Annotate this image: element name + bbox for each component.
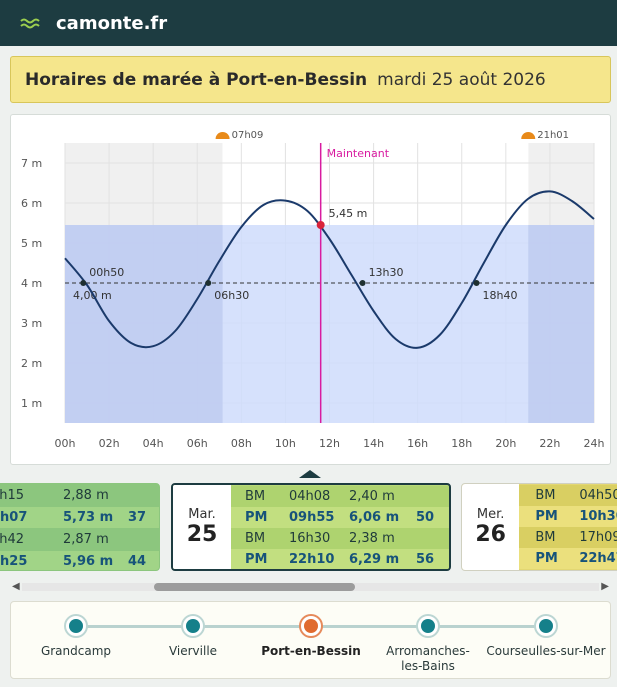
crossing-point — [205, 280, 212, 286]
day-card-selected[interactable]: Mar. 25 BM 04h08 2,40 m PM 09h55 6,06 m … — [171, 483, 451, 571]
y-tick-label: 4 m — [21, 277, 42, 290]
sunrise-icon — [215, 132, 230, 139]
x-tick-label: 16h — [407, 437, 428, 450]
crossing-label: 13h30 — [369, 266, 404, 279]
threshold-label: 4,00 m — [73, 289, 112, 302]
table-row: 3h15 2,88 m — [0, 485, 159, 506]
table-row: 5h42 2,87 m — [0, 529, 159, 550]
nearby-ports: Grandcamp Vierville Port-en-Bessin Arrom… — [10, 601, 611, 679]
x-tick-label: 02h — [99, 437, 120, 450]
x-tick-label: 04h — [143, 437, 164, 450]
x-tick-label: 22h — [539, 437, 560, 450]
crossing-label: 06h30 — [214, 289, 249, 302]
table-row: PM 09h55 6,06 m 50 — [231, 507, 449, 528]
crossing-label: 00h50 — [89, 266, 124, 279]
sunrise-label: 07h09 — [232, 130, 264, 141]
x-tick-label: 24h — [584, 437, 605, 450]
sunset-icon — [521, 132, 536, 139]
day-date-next: Mer. 26 — [462, 484, 520, 570]
horizontal-scrollbar[interactable]: ◀ ▶ — [10, 580, 611, 594]
y-tick-label: 3 m — [21, 317, 42, 330]
day-next-table: BM 04h50 PM 10h30 BM 17h09 PM 22h47 — [519, 484, 617, 570]
x-tick-label: 18h — [451, 437, 472, 450]
table-row: PM 22h47 — [519, 548, 617, 569]
page-title-box: Horaires de marée à Port-en-Bessin mardi… — [10, 56, 611, 103]
tide-chart-svg: 1 m 2 m 3 m 4 m 5 m 6 m 7 m 00h 02h 04h 06h 08h 10h 1… — [21, 130, 605, 450]
sunset-label: 21h01 — [537, 130, 569, 141]
x-tick-label: 06h — [187, 437, 208, 450]
table-row: PM 22h10 6,29 m 56 — [231, 549, 449, 569]
x-tick-label: 00h — [55, 437, 76, 450]
port-arromanches[interactable]: Arromanches-les-Bains — [363, 614, 493, 674]
x-tick-label: 20h — [495, 437, 516, 450]
page-title: Horaires de marée à Port-en-Bessin — [25, 69, 368, 90]
crossing-point — [473, 280, 480, 286]
x-tick-label: 08h — [231, 437, 252, 450]
scroll-left-icon[interactable]: ◀ — [12, 580, 20, 594]
port-courseulles[interactable]: Courseulles-sur-Mer — [481, 614, 611, 659]
port-grandcamp[interactable]: Grandcamp — [11, 614, 141, 659]
site-header: camonte.fr — [0, 0, 617, 46]
days-strip: 3h15 2,88 m 9h07 5,73 m 37 5h42 2,87 m 1… — [0, 478, 617, 578]
x-tick-label: 12h — [319, 437, 340, 450]
table-row: BM 16h30 2,38 m — [231, 528, 449, 549]
site-name[interactable]: camonte.fr — [56, 13, 167, 34]
table-row: BM 04h50 — [519, 485, 617, 506]
crossing-point — [80, 280, 87, 286]
table-row: BM 04h08 2,40 m — [231, 486, 449, 507]
port-dot-active-icon — [299, 614, 323, 638]
day-date: Mar. 25 — [173, 485, 231, 569]
tide-chart: 1 m 2 m 3 m 4 m 5 m 6 m 7 m 00h 02h 04h 06h 08h 10h 1… — [10, 114, 611, 465]
port-dot-icon — [181, 614, 205, 638]
day-card-prev[interactable]: 3h15 2,88 m 9h07 5,73 m 37 5h42 2,87 m 1… — [0, 483, 160, 571]
scrollbar-thumb[interactable] — [154, 583, 355, 591]
selected-day-pointer — [299, 470, 321, 478]
table-row: 1h25 5,96 m 44 — [0, 551, 159, 570]
x-tick-label: 14h — [363, 437, 384, 450]
scroll-right-icon[interactable]: ▶ — [601, 580, 609, 594]
page-date: mardi 25 août 2026 — [377, 69, 546, 90]
table-row: 9h07 5,73 m 37 — [0, 507, 159, 528]
day-table: BM 04h08 2,40 m PM 09h55 6,06 m 50 BM 16… — [231, 485, 449, 569]
port-port-en-bessin[interactable]: Port-en-Bessin — [246, 614, 376, 659]
y-tick-label: 7 m — [21, 157, 42, 170]
table-row: PM 10h30 — [519, 506, 617, 527]
port-dot-icon — [534, 614, 558, 638]
y-tick-label: 6 m — [21, 197, 42, 210]
y-tick-label: 5 m — [21, 237, 42, 250]
port-dot-icon — [416, 614, 440, 638]
day-card-next[interactable]: Mer. 26 BM 04h50 PM 10h30 BM 17h09 PM 22… — [461, 483, 617, 571]
water-night-area — [65, 225, 223, 423]
x-tick-label: 10h — [275, 437, 296, 450]
crossing-label: 18h40 — [483, 289, 518, 302]
now-label: Maintenant — [327, 147, 390, 160]
y-tick-label: 1 m — [21, 397, 42, 410]
y-tick-label: 2 m — [21, 357, 42, 370]
day-prev-table: 3h15 2,88 m 9h07 5,73 m 37 5h42 2,87 m 1… — [0, 484, 159, 570]
now-value-label: 5,45 m — [329, 207, 368, 220]
table-row: BM 17h09 — [519, 527, 617, 548]
water-night-area — [528, 225, 594, 423]
crossing-point — [359, 280, 366, 286]
port-dot-icon — [64, 614, 88, 638]
waves-icon — [20, 18, 40, 29]
port-vierville[interactable]: Vierville — [128, 614, 258, 659]
now-point — [316, 221, 325, 229]
